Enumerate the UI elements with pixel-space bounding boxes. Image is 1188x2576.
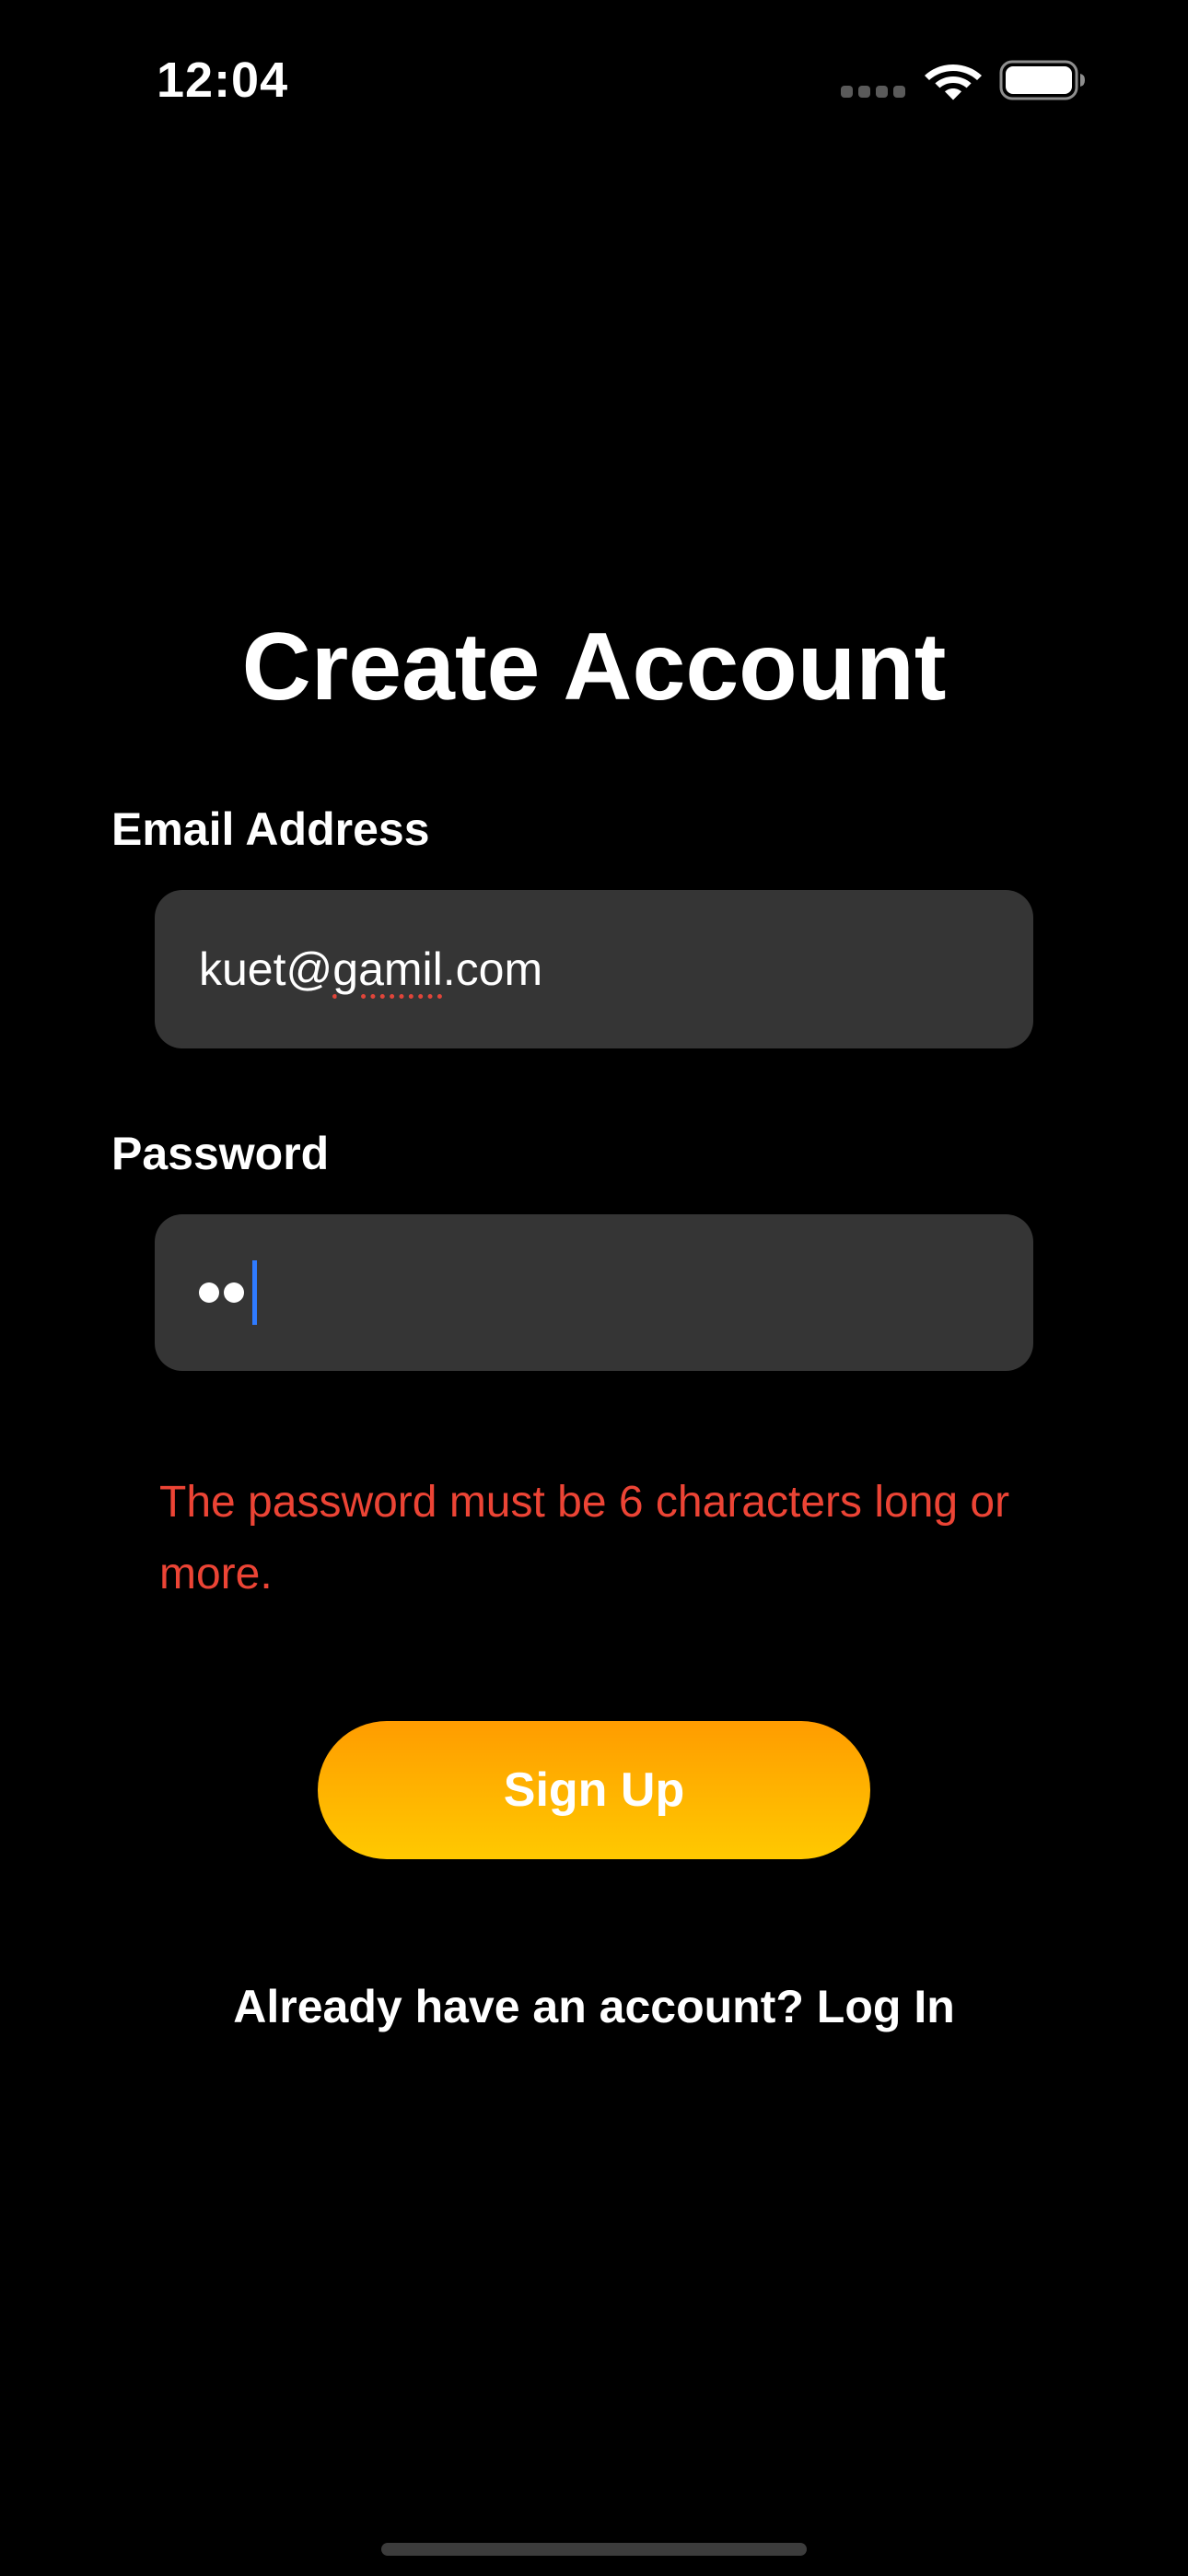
misspelled-word: gamil <box>332 943 443 995</box>
password-label: Password <box>111 1128 330 1179</box>
password-dot <box>199 1282 219 1303</box>
status-bar-time: 12:04 <box>157 53 289 108</box>
home-indicator[interactable] <box>381 2543 807 2556</box>
password-field[interactable] <box>155 1214 1033 1371</box>
wifi-icon <box>925 64 982 100</box>
sign-up-button[interactable]: Sign Up <box>318 1721 870 1859</box>
email-value: kuet@gamil.com <box>199 943 543 995</box>
battery-icon <box>999 60 1085 100</box>
password-error-message: The password must be 6 characters long o… <box>159 1478 1010 1598</box>
log-in-link[interactable]: Already have an account? Log In <box>0 1976 1188 2037</box>
password-masked-value <box>199 1260 257 1325</box>
password-dot <box>224 1282 244 1303</box>
cellular-signal-icon <box>841 86 905 99</box>
page-title: Create Account <box>241 614 947 720</box>
text-cursor <box>252 1260 257 1325</box>
email-field[interactable]: kuet@gamil.com <box>155 890 1033 1048</box>
email-label: Email Address <box>111 803 430 855</box>
